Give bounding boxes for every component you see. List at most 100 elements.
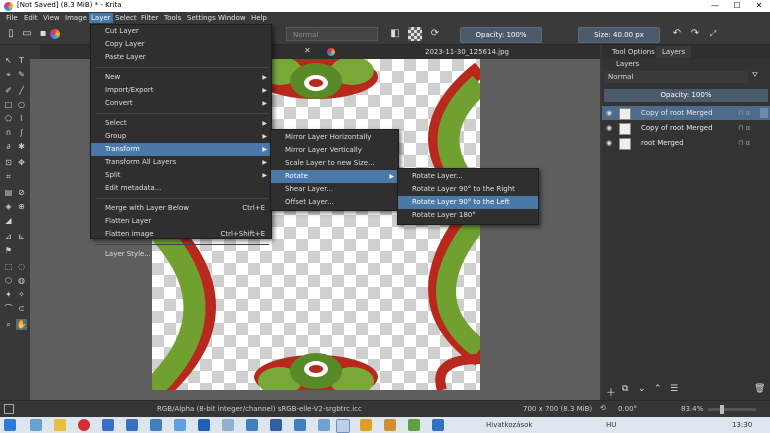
- language-indicator[interactable]: HU: [606, 421, 616, 429]
- tab-layers[interactable]: Layers: [656, 46, 692, 58]
- layer-name[interactable]: root Merged: [641, 136, 684, 150]
- lock-icon[interactable]: ⊓ α: [738, 106, 750, 120]
- taskbar-app-icon[interactable]: [126, 419, 138, 431]
- move-layer-down-icon[interactable]: ⌄: [638, 384, 646, 394]
- menu-item-edit-metadata[interactable]: Edit metadata...: [91, 182, 271, 195]
- zoom-slider-handle[interactable]: [720, 405, 724, 414]
- bezier-tool-icon[interactable]: ∩: [3, 127, 14, 138]
- menu-image[interactable]: Image: [63, 13, 89, 23]
- zoom-tool-icon[interactable]: ⌕: [3, 319, 14, 330]
- layer-properties-icon[interactable]: ☰: [670, 384, 678, 394]
- colorize-mask-tool-icon[interactable]: ◈: [3, 201, 14, 212]
- transform-tool-icon[interactable]: ⊡: [3, 157, 14, 168]
- menu-item-cut-layer[interactable]: Cut Layer: [91, 25, 271, 38]
- eraser-icon[interactable]: ◧: [388, 27, 402, 41]
- taskbar-app-icon[interactable]: [198, 419, 210, 431]
- menu-item-rotate-layer-180[interactable]: Rotate Layer 180°: [398, 209, 538, 222]
- menu-item-transform[interactable]: Transform ▶: [91, 143, 271, 156]
- rectangle-tool-icon[interactable]: □: [3, 99, 14, 110]
- menu-edit[interactable]: Edit: [22, 13, 40, 23]
- visibility-eye-icon[interactable]: ◉: [606, 106, 612, 120]
- multibrush-tool-icon[interactable]: ✱: [16, 141, 27, 152]
- calligraphy-tool-icon[interactable]: ✎: [16, 69, 27, 80]
- smart-patch-tool-icon[interactable]: ⊕: [16, 201, 27, 212]
- layer-name[interactable]: Copy of root Merged: [641, 121, 713, 135]
- rotate-icon[interactable]: ⟲: [600, 404, 606, 412]
- menu-window[interactable]: Window: [216, 13, 248, 23]
- layer-props-button[interactable]: [760, 108, 768, 118]
- menu-item-paste-layer[interactable]: Paste Layer: [91, 51, 271, 64]
- taskbar-app-icon[interactable]: [294, 419, 306, 431]
- select-shapes-tool-icon[interactable]: ↖: [3, 55, 14, 66]
- duplicate-layer-icon[interactable]: ⧉: [622, 384, 628, 394]
- menu-view[interactable]: View: [41, 13, 62, 23]
- close-button[interactable]: ✕: [748, 0, 770, 12]
- fullscreen-icon[interactable]: ⤢: [706, 27, 720, 41]
- ellipse-select-tool-icon[interactable]: ◌: [16, 261, 27, 272]
- text-tool-icon[interactable]: T: [16, 55, 27, 66]
- menu-item-transform-all-layers[interactable]: Transform All Layers ▶: [91, 156, 271, 169]
- menu-select[interactable]: Select: [113, 13, 139, 23]
- filter-icon[interactable]: ⛛: [752, 71, 758, 80]
- menu-item-rotate-layer[interactable]: Rotate Layer...: [398, 170, 538, 183]
- polygon-select-tool-icon[interactable]: ⬡: [3, 275, 14, 286]
- brush-size-slider[interactable]: Size: 40.00 px: [578, 27, 660, 43]
- contiguous-select-tool-icon[interactable]: ✦: [3, 289, 14, 300]
- menu-item-flatten-image[interactable]: Flatten image Ctrl+Shift+E: [91, 228, 271, 241]
- line-tool-icon[interactable]: ╱: [16, 85, 27, 96]
- visibility-eye-icon[interactable]: ◉: [606, 121, 612, 135]
- move-layer-up-icon[interactable]: ⌃: [654, 384, 662, 394]
- rect-select-tool-icon[interactable]: ⬚: [3, 261, 14, 272]
- taskbar-app-icon[interactable]: [150, 419, 162, 431]
- menu-item-copy-layer[interactable]: Copy Layer: [91, 38, 271, 51]
- menu-item-rotate-layer-90-to-the-right[interactable]: Rotate Layer 90° to the Right: [398, 183, 538, 196]
- polygon-tool-icon[interactable]: ⬠: [3, 113, 14, 124]
- menu-item-merge-with-layer-below[interactable]: Merge with Layer Below Ctrl+E: [91, 202, 271, 215]
- blend-mode-select[interactable]: Normal: [286, 27, 378, 41]
- menu-layer[interactable]: Layer: [89, 13, 113, 23]
- assistant-tool-icon[interactable]: ⊿: [3, 231, 14, 242]
- freehand-select-tool-icon[interactable]: ◍: [16, 275, 27, 286]
- taskbar-app-icon[interactable]: [384, 419, 396, 431]
- brush-preset-icon[interactable]: [4, 404, 14, 414]
- menu-item-import-export[interactable]: Import/Export ▶: [91, 84, 271, 97]
- freehand-path-tool-icon[interactable]: ∫: [16, 127, 27, 138]
- taskbar-app-icon[interactable]: [30, 419, 42, 431]
- taskbar-links-label[interactable]: Hivatkozások: [486, 421, 532, 429]
- taskbar-krita-icon[interactable]: [336, 419, 350, 433]
- tab-close-icon[interactable]: ✕: [304, 46, 311, 55]
- layer-row[interactable]: ◉ root Merged ⊓ α: [602, 136, 770, 150]
- gradient-tool-icon[interactable]: ▤: [3, 187, 14, 198]
- layer-row[interactable]: ◉ Copy of root Merged ⊓ α: [602, 121, 770, 135]
- layer-blend-mode-select[interactable]: Normal: [604, 71, 748, 83]
- tab-tool-options[interactable]: Tool Options: [606, 46, 661, 58]
- reload-preset-icon[interactable]: ⟳: [428, 27, 442, 41]
- add-layer-icon[interactable]: ＋: [606, 384, 616, 399]
- alpha-lock-icon[interactable]: [408, 27, 422, 41]
- menu-item-select[interactable]: Select ▶: [91, 117, 271, 130]
- undo-icon[interactable]: ↶: [670, 27, 684, 41]
- redo-icon[interactable]: ↷: [688, 27, 702, 41]
- menu-item-convert[interactable]: Convert ▶: [91, 97, 271, 110]
- taskbar-app-icon[interactable]: [174, 419, 186, 431]
- magnetic-select-tool-icon[interactable]: ⊂: [16, 303, 27, 314]
- similar-select-tool-icon[interactable]: ✧: [16, 289, 27, 300]
- taskbar-app-icon[interactable]: [246, 419, 258, 431]
- visibility-eye-icon[interactable]: ◉: [606, 136, 612, 150]
- taskbar-app-icon[interactable]: [54, 419, 66, 431]
- layer-name[interactable]: Copy of root Merged: [641, 106, 713, 120]
- edit-shapes-tool-icon[interactable]: ⌖: [3, 69, 14, 80]
- menu-filter[interactable]: Filter: [139, 13, 160, 23]
- pan-tool-icon[interactable]: ✋: [16, 319, 27, 330]
- polyline-tool-icon[interactable]: ⌇: [16, 113, 27, 124]
- brush-tool-icon[interactable]: ✐: [3, 85, 14, 96]
- taskbar-app-icon[interactable]: [270, 419, 282, 431]
- menu-item-mirror-layer-horizontally[interactable]: Mirror Layer Horizontally: [271, 131, 398, 144]
- layer-row[interactable]: ◉ Copy of root Merged ⊓ α: [602, 106, 770, 120]
- move-tool-icon[interactable]: ✥: [16, 157, 27, 168]
- taskbar-app-icon[interactable]: [222, 419, 234, 431]
- color-icon[interactable]: [50, 29, 60, 39]
- menu-file[interactable]: File: [4, 13, 20, 23]
- clock[interactable]: 13:30: [732, 421, 752, 429]
- menu-item-layer-style[interactable]: Layer Style...: [91, 248, 271, 261]
